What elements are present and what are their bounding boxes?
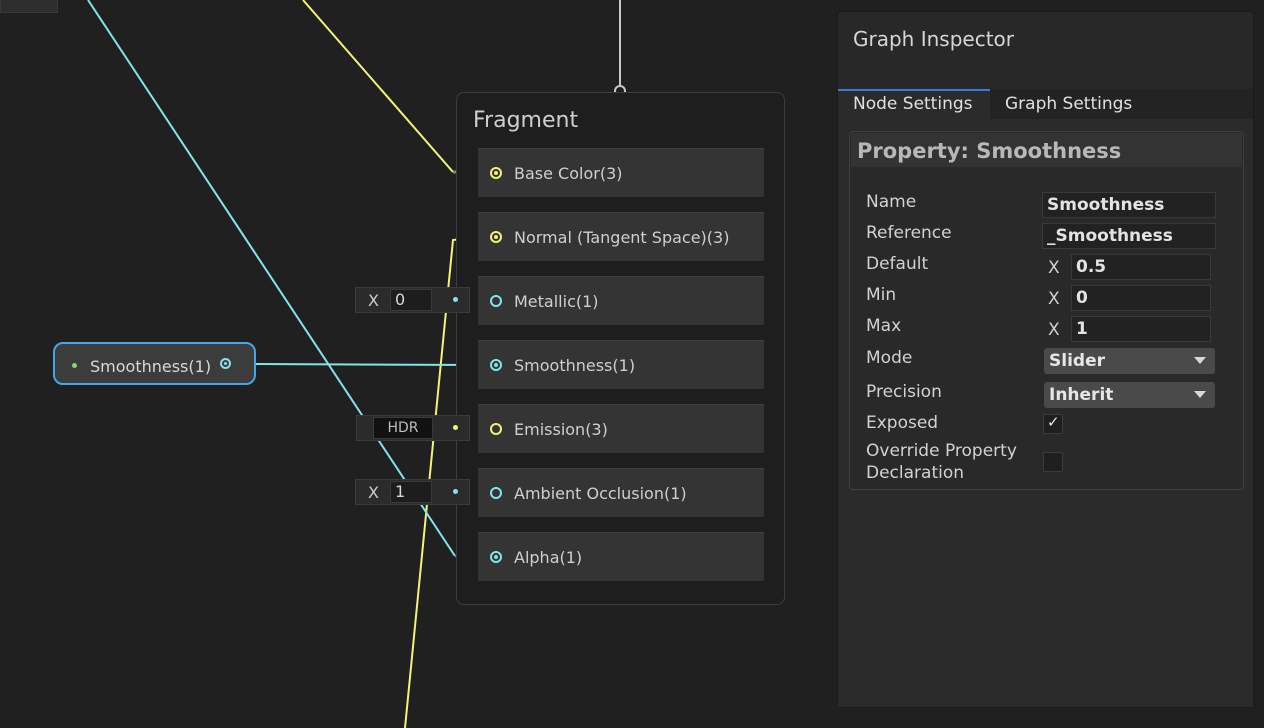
default-label: Default bbox=[866, 254, 929, 274]
emission-hdr-color-swatch[interactable]: HDR bbox=[373, 417, 433, 439]
axis-label: X bbox=[368, 483, 379, 502]
port-ambient-occlusion[interactable]: Ambient Occlusion(1) bbox=[478, 468, 764, 517]
exposed-label: Exposed bbox=[866, 413, 939, 433]
dropdown-arrow-icon bbox=[1194, 357, 1206, 364]
mode-dropdown-value: Slider bbox=[1049, 351, 1105, 371]
wire-base-color bbox=[302, 0, 454, 173]
max-axis-label[interactable]: X bbox=[1048, 320, 1060, 340]
port-connector-icon[interactable] bbox=[490, 487, 502, 499]
port-metallic[interactable]: Metallic(1) bbox=[478, 276, 764, 325]
min-input[interactable]: 0 bbox=[1071, 285, 1211, 311]
inspector-tabs: Node Settings Graph Settings bbox=[838, 89, 1253, 119]
inspector-title: Graph Inspector bbox=[853, 27, 1014, 51]
port-emission[interactable]: Emission(3) bbox=[478, 404, 764, 453]
port-label: Alpha(1) bbox=[514, 548, 583, 567]
port-connector-icon[interactable] bbox=[490, 167, 502, 179]
metallic-default-field: X 0 bbox=[355, 287, 470, 313]
ao-default-field: X 1 bbox=[355, 479, 470, 505]
port-connector-icon[interactable] bbox=[490, 551, 502, 563]
max-label: Max bbox=[866, 316, 902, 336]
property-exposed-icon bbox=[72, 363, 77, 368]
port-connector-icon[interactable] bbox=[490, 295, 502, 307]
property-header-title: Property: Smoothness bbox=[857, 139, 1122, 163]
mode-dropdown[interactable]: Slider bbox=[1044, 348, 1215, 374]
precision-dropdown[interactable]: Inherit bbox=[1044, 382, 1215, 408]
port-label: Normal (Tangent Space)(3) bbox=[514, 228, 730, 247]
property-node-label: Smoothness(1) bbox=[90, 357, 212, 376]
offscreen-node-stub bbox=[0, 0, 58, 13]
metallic-value-input[interactable]: 0 bbox=[390, 289, 432, 311]
port-smoothness[interactable]: Smoothness(1) bbox=[478, 340, 764, 389]
port-label: Ambient Occlusion(1) bbox=[514, 484, 687, 503]
output-port-icon[interactable] bbox=[220, 358, 231, 369]
precision-dropdown-value: Inherit bbox=[1049, 385, 1114, 405]
property-header: Property: Smoothness bbox=[851, 133, 1242, 167]
port-label: Smoothness(1) bbox=[514, 356, 636, 375]
reference-input[interactable]: _Smoothness bbox=[1042, 223, 1216, 249]
tab-node-settings[interactable]: Node Settings bbox=[838, 89, 990, 119]
port-label: Emission(3) bbox=[514, 420, 608, 439]
max-input[interactable]: 1 bbox=[1071, 316, 1211, 342]
port-connector-icon[interactable] bbox=[490, 231, 502, 243]
tab-graph-settings[interactable]: Graph Settings bbox=[1005, 89, 1132, 119]
default-axis-label[interactable]: X bbox=[1048, 258, 1060, 278]
ao-value-input[interactable]: 1 bbox=[390, 481, 432, 503]
wire-smoothness bbox=[255, 363, 479, 366]
input-connector-icon bbox=[453, 425, 458, 430]
port-base-color[interactable]: Base Color(3) bbox=[478, 148, 764, 197]
emission-default-field: HDR bbox=[356, 415, 470, 441]
smoothness-property-node[interactable]: Smoothness(1) bbox=[53, 342, 256, 385]
override-declaration-checkbox[interactable] bbox=[1043, 452, 1063, 472]
default-input[interactable]: 0.5 bbox=[1071, 254, 1211, 280]
name-input[interactable]: Smoothness bbox=[1042, 192, 1216, 218]
port-connector-icon[interactable] bbox=[490, 423, 502, 435]
port-label: Base Color(3) bbox=[514, 164, 623, 183]
port-label: Metallic(1) bbox=[514, 292, 599, 311]
min-axis-label[interactable]: X bbox=[1048, 289, 1060, 309]
override-label-line2: Declaration bbox=[866, 463, 965, 483]
mode-label: Mode bbox=[866, 348, 913, 368]
axis-label: X bbox=[368, 291, 379, 310]
min-label: Min bbox=[866, 285, 897, 305]
wire-alpha bbox=[87, 0, 456, 557]
port-normal[interactable]: Normal (Tangent Space)(3) bbox=[478, 212, 764, 261]
override-label-line1: Override Property bbox=[866, 441, 1017, 461]
reference-label: Reference bbox=[866, 223, 952, 243]
checkmark-icon: ✓ bbox=[1047, 413, 1060, 431]
exposed-checkbox[interactable]: ✓ bbox=[1043, 413, 1063, 434]
input-connector-icon bbox=[453, 297, 458, 302]
precision-label: Precision bbox=[866, 382, 942, 402]
dropdown-arrow-icon bbox=[1194, 391, 1206, 398]
port-connector-icon[interactable] bbox=[490, 359, 502, 371]
port-alpha[interactable]: Alpha(1) bbox=[478, 532, 764, 581]
name-label: Name bbox=[866, 192, 917, 212]
fragment-node-title: Fragment bbox=[473, 108, 579, 133]
input-connector-icon bbox=[453, 489, 458, 494]
